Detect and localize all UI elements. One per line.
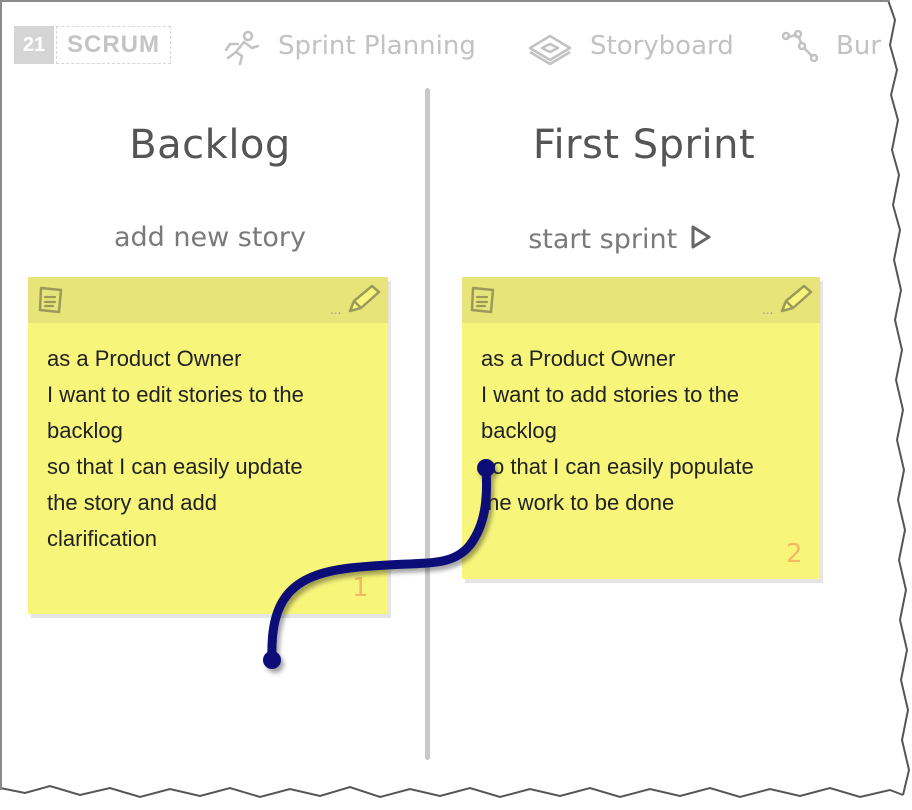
torn-edge-frame xyxy=(0,0,912,810)
torn-edge-right xyxy=(888,0,912,810)
scrum-board: 21 SCRUM Sprint Planning Storyboard Bur … xyxy=(0,0,912,810)
